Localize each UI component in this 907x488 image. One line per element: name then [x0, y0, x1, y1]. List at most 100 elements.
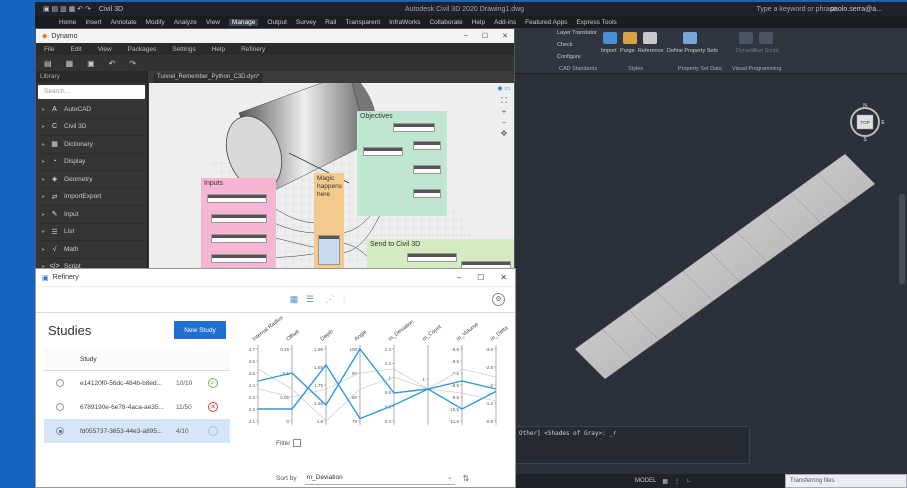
check-button[interactable]: Check [557, 42, 573, 48]
acad-tab-rail[interactable]: Rail [325, 19, 336, 26]
reference-button[interactable]: Reference [638, 48, 663, 54]
redo-icon[interactable]: ↷ [129, 59, 136, 68]
library-item-input[interactable]: ▸ ✎ Input [36, 206, 147, 224]
sort-direction-icon[interactable]: ⇅ [463, 474, 470, 483]
layer-translator-button[interactable]: Layer Translator [557, 30, 597, 36]
library-item-importexport[interactable]: ▸ ⇄ ImportExport [36, 189, 147, 206]
viewcube-top[interactable]: TOP [860, 120, 869, 125]
model-viewport[interactable]: TOP N E S Other] <Shades of Gray>: _r [515, 74, 907, 474]
dynamo-menu-refinery[interactable]: Refinery [241, 46, 265, 53]
grid-icon[interactable]: ▦ [662, 478, 668, 485]
command-line[interactable]: Other] <Shades of Gray>: _r [515, 426, 750, 464]
acad-tab-manage[interactable]: Manage [228, 18, 259, 26]
grid-view-icon[interactable]: ▦ [286, 293, 302, 306]
run-script-button[interactable]: Run Script [753, 48, 779, 54]
parallel-view-icon[interactable]: ⫶ [336, 293, 352, 306]
acad-tab-survey[interactable]: Survey [296, 19, 316, 26]
zoom-controls[interactable]: ⛶ + − ✥ [498, 95, 510, 141]
python-node[interactable] [318, 235, 340, 265]
define-property-sets-button[interactable]: Define Property Sets [667, 48, 718, 54]
dynamo-menu-packages[interactable]: Packages [128, 46, 157, 53]
view-toggle-icon[interactable]: ◉ ▭ [497, 85, 510, 92]
snap-icon[interactable]: ⋮ [674, 478, 680, 485]
chevron-right-icon: ▸ [42, 106, 46, 113]
objective-node[interactable] [413, 141, 441, 150]
study-row[interactable]: fd055737-3653-44e3-a895... 4/10 [44, 419, 230, 443]
filter-checkbox[interactable] [293, 439, 302, 447]
study-radio[interactable] [56, 403, 64, 411]
dynamo-menu-help[interactable]: Help [212, 46, 225, 53]
acad-tab-insert[interactable]: Insert [85, 19, 101, 26]
library-item-dictionary[interactable]: ▸ ▦ Dictionary [36, 136, 147, 154]
undo-icon[interactable]: ↶ [109, 59, 116, 68]
user-account[interactable]: paolo.serra@a... [830, 6, 882, 13]
maximize-icon[interactable]: ☐ [477, 273, 484, 282]
library-item-math[interactable]: ▸ √ Math [36, 241, 147, 259]
close-icon[interactable]: ✕ [502, 32, 508, 40]
acad-tab-add-ins[interactable]: Add-ins [494, 19, 516, 26]
navigation-bar[interactable] [899, 194, 905, 284]
dynamo-menu-edit[interactable]: Edit [70, 46, 81, 53]
acad-tab-view[interactable]: View [206, 19, 220, 26]
acad-tab-collaborate[interactable]: Collaborate [429, 19, 462, 26]
ortho-icon[interactable]: ∟ [686, 478, 692, 484]
acad-tab-featured-apps[interactable]: Featured Apps [525, 19, 567, 26]
study-radio[interactable] [56, 427, 64, 435]
quick-access-icons[interactable]: ▣ ▤ ▥ ▦ ↶ ↷ [43, 5, 91, 13]
library-item-display[interactable]: ▸ ◔ Display [36, 154, 147, 171]
acad-tab-analyze[interactable]: Analyze [174, 19, 197, 26]
library-search-input[interactable]: Search... [38, 85, 145, 99]
graph-tab[interactable]: Tunnel_Remember_Python_C3D.dyn* [153, 73, 264, 83]
settings-gear-icon[interactable]: ⚙ [492, 293, 505, 306]
minimize-icon[interactable]: – [457, 273, 461, 282]
objective-node[interactable] [393, 123, 435, 132]
study-row[interactable]: 6789190e-6e78-4aca-ae35... 11/50 ✕ [44, 395, 230, 419]
purge-button[interactable]: Purge [620, 48, 635, 54]
study-row[interactable]: e14120f0-56dc-484b-b8ed... 10/10 ✓ [44, 371, 230, 395]
save-icon[interactable]: ▣ [87, 59, 95, 68]
library-item-list[interactable]: ▸ ☰ List [36, 224, 147, 241]
library-item-autocad[interactable]: ▸ A AutoCAD [36, 101, 147, 119]
sort-select[interactable]: m_Deviation ⌄ [304, 471, 455, 485]
list-view-icon[interactable]: ☰ [302, 293, 318, 306]
library-item-geometry[interactable]: ▸ ◈ Geometry [36, 171, 147, 189]
parallel-coordinates-svg[interactable]: Internal Radius 4.7 4.6 4.5 4.4 4.3 4.2 4.1 Offs… [236, 313, 515, 433]
new-study-button[interactable]: New Study [174, 321, 226, 339]
workspace-selector[interactable]: Civil 3D [99, 6, 123, 13]
configure-button[interactable]: Configure [557, 54, 581, 60]
objective-node[interactable] [363, 147, 403, 156]
new-file-icon[interactable]: ▤ [44, 59, 52, 68]
minimize-icon[interactable]: – [464, 32, 468, 40]
acad-tab-help[interactable]: Help [472, 19, 485, 26]
acad-tab-annotate[interactable]: Annotate [111, 19, 137, 26]
acad-tab-modify[interactable]: Modify [146, 19, 165, 26]
acad-tab-express-tools[interactable]: Express Tools [576, 19, 616, 26]
dynamo-menu-view[interactable]: View [98, 46, 112, 53]
import-button[interactable]: Import [601, 48, 617, 54]
send-node[interactable] [407, 253, 457, 262]
study-radio[interactable] [56, 379, 64, 387]
objective-node[interactable] [413, 189, 441, 198]
design-option-line[interactable] [257, 368, 497, 422]
group-objectives[interactable]: Objectives [357, 111, 447, 216]
viewcube-compass[interactable]: TOP N E S [845, 102, 885, 142]
input-node[interactable] [207, 194, 267, 203]
open-file-icon[interactable]: ▦ [66, 59, 74, 68]
input-node[interactable] [211, 214, 267, 223]
maximize-icon[interactable]: ☐ [482, 32, 488, 40]
group-magic[interactable]: Magic happens here [314, 173, 344, 278]
acad-tab-infraworks[interactable]: InfraWorks [389, 19, 420, 26]
acad-tab-home[interactable]: Home [59, 19, 76, 26]
dynamo-menu-settings[interactable]: Settings [172, 46, 196, 53]
acad-tab-transparent[interactable]: Transparent [345, 19, 380, 26]
input-node[interactable] [211, 254, 267, 263]
parallel-coordinates-chart[interactable]: Internal Radius 4.7 4.6 4.5 4.4 4.3 4.2 4.1 Offs… [236, 313, 515, 488]
dynamo-menu-file[interactable]: File [44, 46, 54, 53]
model-space-toggle[interactable]: MODEL [635, 478, 656, 484]
close-icon[interactable]: ✕ [500, 273, 507, 282]
objective-node[interactable] [413, 165, 441, 174]
acad-search-field[interactable]: Type a keyword or phrase [756, 6, 837, 13]
library-item-civil-3d[interactable]: ▸ C Civil 3D [36, 119, 147, 136]
input-node[interactable] [211, 234, 267, 243]
acad-tab-output[interactable]: Output [267, 19, 287, 26]
